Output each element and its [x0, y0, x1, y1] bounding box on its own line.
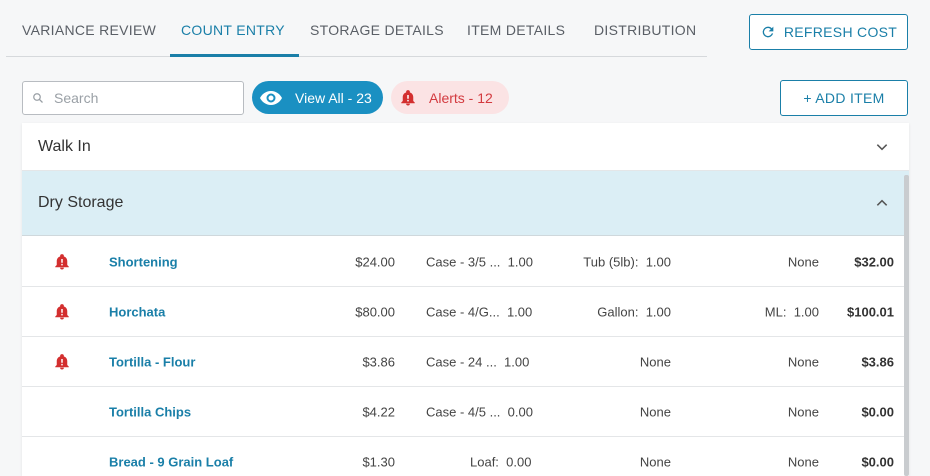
search-icon — [33, 93, 43, 103]
search-input[interactable] — [54, 90, 224, 106]
tab-item-details[interactable]: ITEM DETAILS — [467, 22, 565, 38]
unit3-label: None — [787, 354, 819, 369]
unit3-label: None — [787, 454, 819, 469]
table-row[interactable]: Bread - 9 Grain Loaf $1.30 Loaf: 0.00 No… — [22, 437, 905, 476]
view-all-label: View All - 23 — [295, 89, 372, 106]
view-all-filter[interactable]: View All - 23 — [252, 81, 383, 114]
item-price: $80.00 — [355, 304, 395, 319]
unit3-label: None — [787, 404, 819, 419]
item-name-link[interactable]: Bread - 9 Grain Loaf — [109, 454, 233, 469]
chevron-up-icon[interactable] — [875, 196, 889, 210]
unit3-count: None — [788, 354, 819, 369]
unit1-count: Case - 4/5 ... 0.00 — [426, 404, 533, 419]
item-total: $0.00 — [861, 404, 894, 419]
unit2-count: Gallon: 1.00 — [597, 304, 671, 319]
unit1-label: Case - 4/G... — [426, 304, 500, 319]
storage-list-panel: Walk In Dry Storage Shortening $24.00 Ca… — [22, 123, 909, 476]
unit2-count: None — [640, 404, 671, 419]
table-row[interactable]: Tortilla Chips $4.22 Case - 4/5 ... 0.00… — [22, 387, 905, 437]
unit1-count: Case - 24 ... 1.00 — [426, 354, 529, 369]
unit2-label: None — [639, 354, 671, 369]
table-row[interactable]: Horchata $80.00 Case - 4/G... 1.00 Gallo… — [22, 287, 905, 337]
unit2-label: Tub (5lb): — [583, 254, 639, 269]
unit3-count: None — [788, 255, 819, 270]
bell-alert-icon — [55, 303, 69, 319]
table-row[interactable]: Tortilla - Flour $3.86 Case - 24 ... 1.0… — [22, 337, 905, 387]
unit1-label: Case - 3/5 ... — [426, 254, 501, 269]
bell-alert-icon — [55, 353, 69, 369]
item-price: $24.00 — [355, 254, 395, 269]
table-row[interactable]: Shortening $24.00 Case - 3/5 ... 1.00 Tu… — [22, 237, 905, 287]
bell-alert-icon — [55, 253, 69, 269]
active-tab-indicator — [170, 54, 299, 57]
unit2-label: None — [639, 404, 671, 419]
unit1-count: Case - 4/G... 1.00 — [426, 304, 532, 319]
tab-count-entry[interactable]: COUNT ENTRY — [181, 22, 285, 38]
unit1-qty[interactable]: 1.00 — [507, 304, 532, 319]
alerts-label: Alerts - 12 — [429, 89, 493, 106]
item-price: $4.22 — [362, 404, 395, 419]
item-name-link[interactable]: Tortilla Chips — [109, 404, 191, 419]
tab-storage-details[interactable]: STORAGE DETAILS — [310, 22, 444, 38]
group-name: Dry Storage — [38, 194, 124, 211]
unit3-count: None — [788, 404, 819, 419]
unit2-count: Tub (5lb): 1.00 — [583, 254, 671, 269]
item-total: $3.86 — [861, 354, 894, 369]
group-header-walk-in[interactable]: Walk In — [22, 123, 909, 171]
unit3-count: None — [788, 454, 819, 469]
tab-variance-review[interactable]: VARIANCE REVIEW — [22, 22, 156, 38]
unit2-count: None — [640, 454, 671, 469]
unit1-label: Case - 24 ... — [426, 354, 497, 369]
item-total: $32.00 — [854, 254, 894, 269]
item-total: $0.00 — [861, 454, 894, 469]
unit2-qty[interactable]: 1.00 — [646, 304, 671, 319]
bell-alert-icon — [401, 89, 415, 105]
unit2-label: None — [639, 454, 671, 469]
item-name-link[interactable]: Horchata — [109, 304, 165, 319]
search-field[interactable] — [22, 81, 244, 115]
refresh-cost-button[interactable]: REFRESH COST — [749, 14, 908, 50]
scrollbar-thumb[interactable] — [904, 175, 909, 476]
refresh-cost-label: REFRESH COST — [783, 24, 898, 40]
unit1-qty[interactable]: 0.00 — [506, 454, 531, 469]
alerts-filter[interactable]: Alerts - 12 — [391, 81, 509, 114]
unit1-count: Case - 3/5 ... 1.00 — [426, 254, 533, 269]
unit3-qty[interactable]: 1.00 — [794, 304, 819, 319]
unit1-label: Case - 4/5 ... — [426, 404, 501, 419]
unit1-qty[interactable]: 1.00 — [508, 254, 533, 269]
tab-bar: VARIANCE REVIEW COUNT ENTRY STORAGE DETA… — [6, 0, 707, 57]
eye-icon — [260, 90, 282, 105]
unit2-qty[interactable]: 1.00 — [646, 254, 671, 269]
chevron-down-icon[interactable] — [875, 140, 889, 154]
unit2-label: Gallon: — [597, 304, 639, 319]
refresh-icon — [762, 26, 774, 38]
unit2-count: None — [640, 354, 671, 369]
item-name-link[interactable]: Shortening — [109, 254, 178, 269]
item-total: $100.01 — [847, 304, 894, 319]
unit1-count: Loaf: 0.00 — [470, 454, 531, 469]
count-entry-page: VARIANCE REVIEW COUNT ENTRY STORAGE DETA… — [0, 0, 930, 476]
group-name: Walk In — [38, 137, 91, 155]
tab-distribution[interactable]: DISTRIBUTION — [594, 22, 696, 38]
item-name-link[interactable]: Tortilla - Flour — [109, 354, 195, 369]
add-item-button[interactable]: + ADD ITEM — [780, 80, 908, 116]
unit3-label: None — [787, 254, 819, 270]
item-price: $1.30 — [362, 454, 395, 469]
unit1-qty[interactable]: 0.00 — [508, 404, 533, 419]
unit1-label: Loaf: — [470, 454, 499, 469]
unit3-count: ML: 1.00 — [765, 304, 819, 319]
add-item-label: + ADD ITEM — [803, 90, 885, 106]
unit1-qty[interactable]: 1.00 — [504, 354, 529, 369]
item-price: $3.86 — [362, 354, 395, 369]
group-header-dry-storage[interactable]: Dry Storage — [22, 171, 909, 236]
unit3-label: ML: — [764, 304, 787, 319]
